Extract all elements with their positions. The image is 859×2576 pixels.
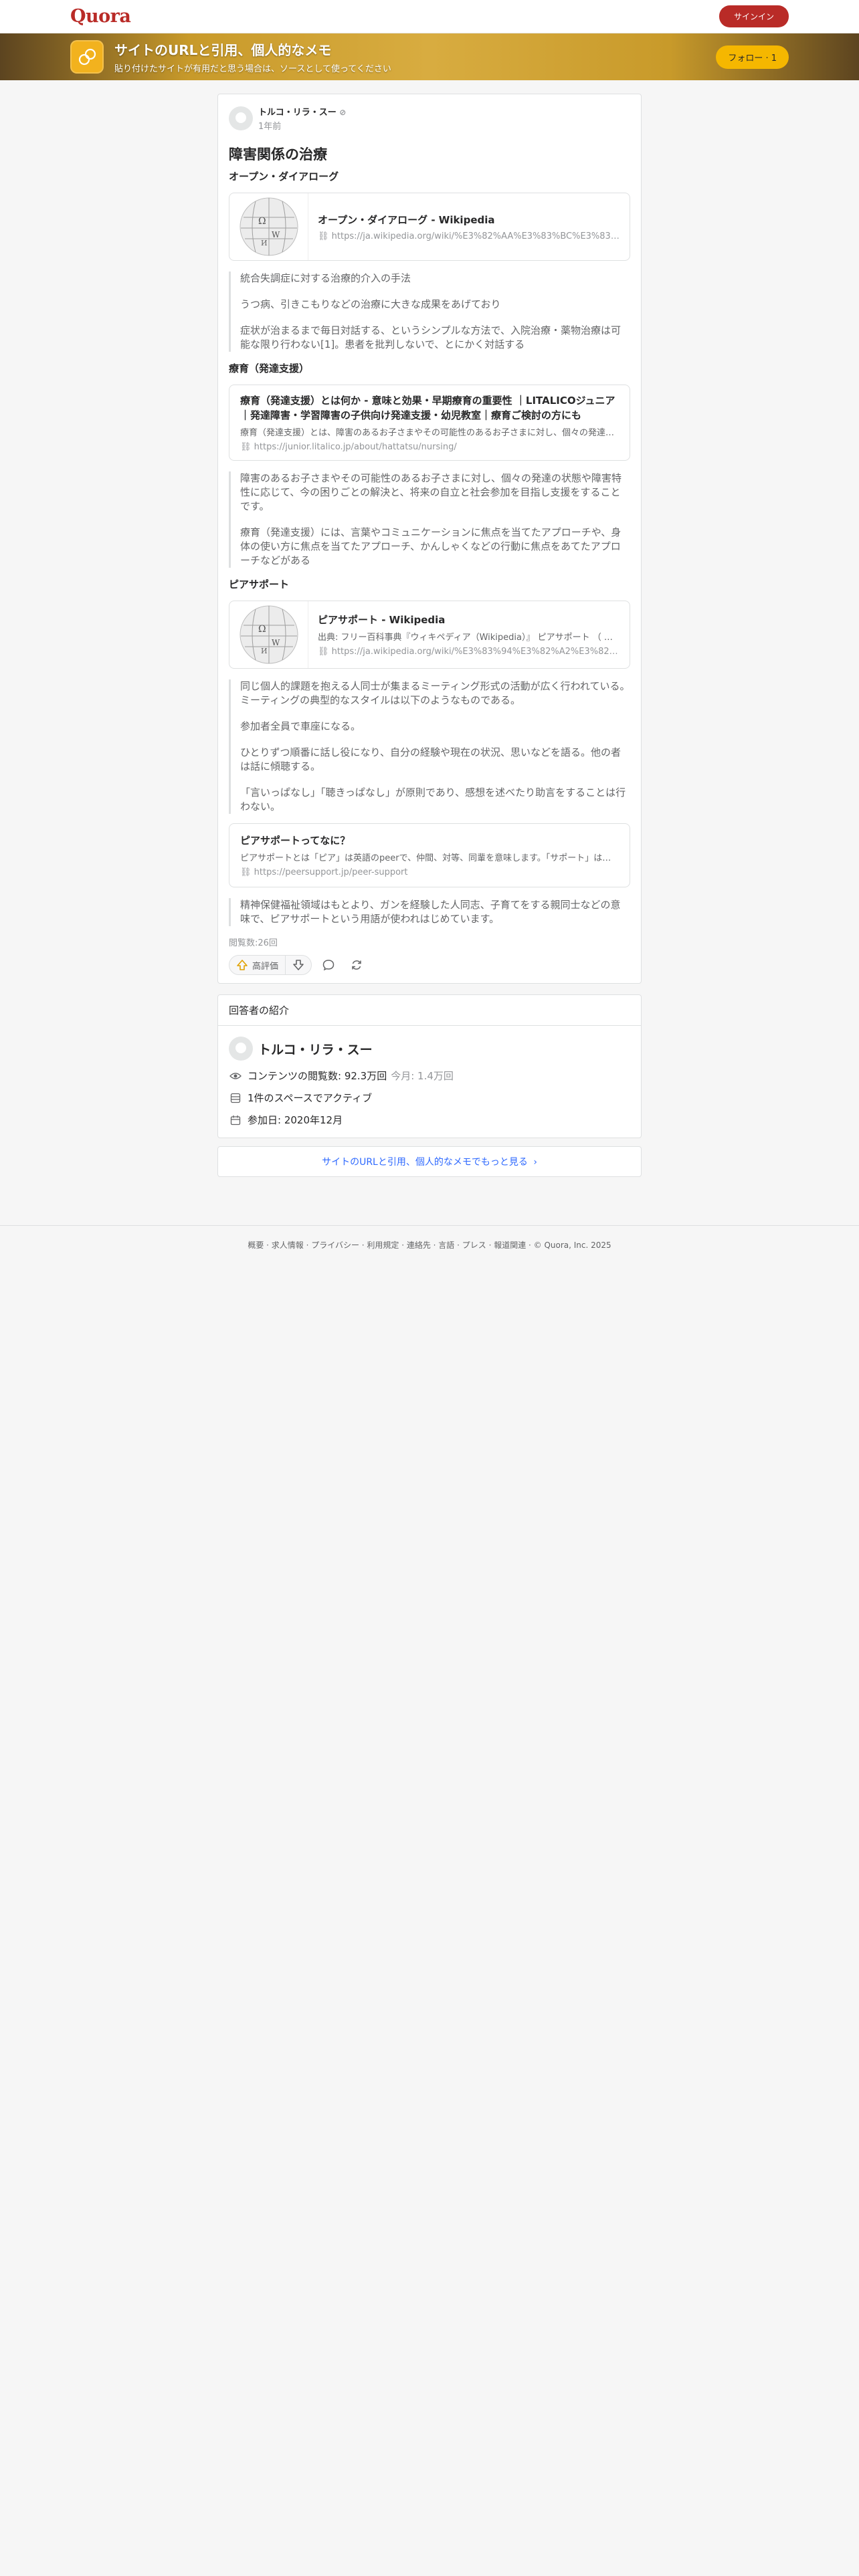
link-title: 療育（発達支援）とは何か - 意味と効果・早期療育の重要性 ｜LITALICOジ… [240, 395, 615, 421]
svg-text:И: И [261, 647, 268, 655]
svg-text:Ω: Ω [258, 216, 266, 227]
space-subtitle: 貼り付けたサイトが有用だと思う場合は、ソースとして使ってください [114, 64, 391, 74]
link-description: ピアサポートとは「ピア」は英語のpeerで、仲間、対等、同輩を意味します。「サポ… [240, 853, 619, 863]
quote-paragraph: 同じ個人的課題を抱える人同士が集まるミーティング形式の活動が広く行われている。ミ… [240, 680, 630, 706]
verified-icon: ⊘ [339, 108, 347, 117]
chevron-right-icon: › [533, 1157, 537, 1168]
link-icon: ⛓ [240, 442, 254, 452]
action-bar: 高評価 [229, 955, 630, 975]
quote-paragraph: ひとりずつ順番に話し役になり、自分の経験や現在の状況、思いなどを語る。他の者は話… [240, 746, 621, 772]
spaces-text[interactable]: 1件のスペースでアクティブ [248, 1091, 372, 1105]
view-count[interactable]: 閲覧数:26回 [229, 936, 630, 948]
blockquote: 障害のあるお子さまやその可能性のあるお子さまに対し、個々の発達の状態や障害特性に… [229, 471, 630, 568]
signin-button[interactable]: サインイン [719, 5, 789, 27]
quote-paragraph: 精神保健福祉領域はもとより、ガンを経験した人同志、子育てをする親同士などの意味で… [240, 899, 621, 925]
eye-icon [229, 1072, 242, 1080]
link-title: ピアサポートってなに？ [240, 835, 351, 847]
stat-spaces: 1件のスペースでアクティブ [229, 1091, 630, 1105]
link-url: ⛓ https://junior.litalico.jp/about/hatta… [240, 442, 457, 452]
upvote-icon [236, 959, 248, 971]
spaces-icon [229, 1093, 242, 1103]
space-banner: サイトのURLと引用、個人的なメモ 貼り付けたサイトが有用だと思う場合は、ソース… [0, 33, 859, 80]
calendar-icon [229, 1115, 242, 1125]
downvote-button[interactable] [286, 956, 311, 974]
quora-logo[interactable]: Quora [70, 6, 131, 27]
share-icon [350, 958, 363, 972]
views-month: 今月: 1.4万回 [391, 1070, 454, 1082]
quote-paragraph: 障害のあるお子さまやその可能性のあるお子さまに対し、個々の発達の状態や障害特性に… [240, 472, 622, 512]
quote-paragraph: 症状が治まるまで毎日対話する、というシンプルな方法で、入院治療・薬物治療は可能な… [240, 324, 621, 350]
joined-text: 参加日: 2020年12月 [248, 1114, 343, 1126]
stat-joined: 参加日: 2020年12月 [229, 1113, 630, 1127]
author-row: トルコ・リラ・スー ⊘ 1年前 [229, 105, 630, 132]
link-title: オープン・ダイアローグ - Wikipedia [318, 213, 495, 226]
link-icon: ⛓ [318, 647, 332, 657]
space-title[interactable]: サイトのURLと引用、個人的なメモ [114, 39, 391, 59]
link-url: ⛓ https://ja.wikipedia.org/wiki/%E3%82%A… [318, 231, 620, 241]
link-url: ⛓ https://peersupport.jp/peer-support [240, 867, 408, 877]
vote-group: 高評価 [229, 955, 312, 975]
upvote-label: 高評価 [252, 961, 279, 972]
link-icon: ⛓ [240, 867, 254, 877]
svg-text:И: И [261, 239, 268, 247]
comment-icon [322, 958, 335, 972]
footer: 概要 · 求人情報 · プライバシー · 利用規定 · 連絡先 · 言語 · プ… [0, 1225, 859, 1251]
link-preview-card[interactable]: 療育（発達支援）とは何か - 意味と効果・早期療育の重要性 ｜LITALICOジ… [229, 385, 630, 461]
section-heading: ピアサポート [229, 578, 290, 591]
blockquote: 同じ個人的課題を抱える人同士が集まるミーティング形式の活動が広く行われている。ミ… [229, 679, 630, 814]
quote-paragraph: 統合失調症に対する治療的介入の手法 [240, 272, 411, 284]
quote-paragraph: うつ病、引きこもりなどの治療に大きな成果をあげており [240, 298, 501, 310]
link-preview-card[interactable]: ΩWИ オープン・ダイアローグ - Wikipedia ⛓ https://ja… [229, 193, 630, 261]
section-heading: オープン・ダイアローグ [229, 171, 339, 183]
svg-text:W: W [272, 230, 280, 239]
link-url: ⛓ https://ja.wikipedia.org/wiki/%E3%83%9… [318, 647, 620, 657]
comment-button[interactable] [317, 955, 340, 975]
quote-paragraph: 参加者全員で車座になる。 [240, 720, 361, 732]
link-title: ピアサポート - Wikipedia [318, 614, 446, 626]
author-avatar[interactable] [229, 1037, 253, 1061]
author-name[interactable]: トルコ・リラ・スー [258, 1040, 373, 1058]
views-total: コンテンツの閲覧数: 92.3万回 [248, 1070, 387, 1082]
space-icon[interactable] [70, 40, 104, 74]
follow-button[interactable]: フォロー · 1 [716, 45, 789, 69]
see-more-link[interactable]: サイトのURLと引用、個人的なメモでもっと見る › [217, 1146, 642, 1177]
author-name[interactable]: トルコ・リラ・スー [258, 108, 337, 118]
share-button[interactable] [345, 955, 368, 975]
blockquote: 精神保健福祉領域はもとより、ガンを経験した人同志、子育てをする親同士などの意味で… [229, 898, 630, 926]
wikipedia-globe-icon: ΩWИ [229, 193, 308, 260]
section-heading: 療育（発達支援） [229, 362, 310, 374]
author-avatar[interactable] [229, 106, 253, 130]
svg-text:Ω: Ω [258, 624, 266, 635]
downvote-icon [292, 959, 304, 971]
main-column: トルコ・リラ・スー ⊘ 1年前 障害関係の治療 オープン・ダイアローグ ΩWИ … [217, 94, 642, 1177]
post-title[interactable]: 障害関係の治療 [229, 144, 630, 164]
stat-views: コンテンツの閲覧数: 92.3万回 今月: 1.4万回 [229, 1069, 630, 1083]
post-time[interactable]: 1年前 [258, 119, 346, 132]
link-description: 療育（発達支援）とは、障害のあるお子さまやその可能性のあるお子さまに対し、個々の… [240, 428, 619, 438]
wikipedia-globe-icon: ΩWИ [229, 601, 308, 668]
quote-paragraph: 療育（発達支援）には、言葉やコミュニケーションに焦点を当てたアプローチや、身体の… [240, 526, 622, 566]
upvote-button[interactable]: 高評価 [229, 956, 286, 974]
link-icon: ⛓ [318, 231, 332, 241]
top-bar: Quora サインイン [0, 0, 859, 33]
link-preview-card[interactable]: ピアサポートってなに？ ピアサポートとは「ピア」は英語のpeerで、仲間、対等、… [229, 823, 630, 887]
blockquote: 統合失調症に対する治療的介入の手法 うつ病、引きこもりなどの治療に大きな成果をあ… [229, 272, 630, 352]
link-preview-card[interactable]: ΩWИ ピアサポート - Wikipedia 出典: フリー百科事典『ウィキペデ… [229, 601, 630, 669]
svg-text:W: W [272, 638, 280, 647]
quote-paragraph: 「言いっぱなし」「聴きっぱなし」が原則であり、感想を述べたり助言をすることは行わ… [240, 786, 626, 813]
author-about-card: 回答者の紹介 トルコ・リラ・スー コンテンツの閲覧数: 92.3万回 今月: 1… [217, 994, 642, 1138]
about-header: 回答者の紹介 [218, 995, 641, 1026]
link-description: 出典: フリー百科事典『ウィキペディア（Wikipedia）』 ピアサポート （… [318, 633, 620, 643]
post-card: トルコ・リラ・スー ⊘ 1年前 障害関係の治療 オープン・ダイアローグ ΩWИ … [217, 94, 642, 984]
